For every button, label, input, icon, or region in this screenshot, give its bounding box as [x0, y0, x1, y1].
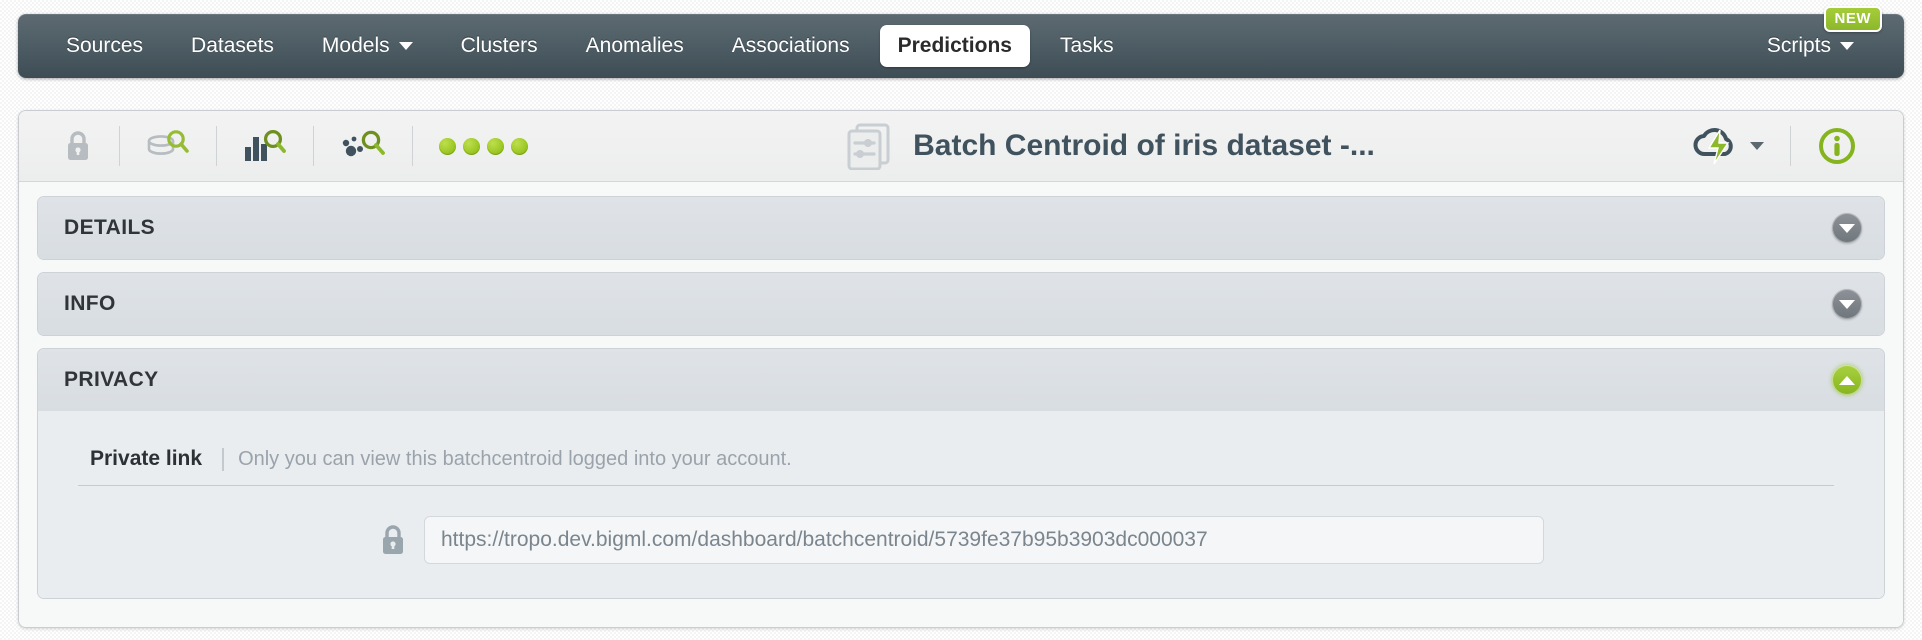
- status-dot: [487, 137, 504, 155]
- resource-toolbar: Batch Centroid of iris dataset -...: [19, 111, 1903, 182]
- navbar-left-group: Sources Datasets Models Clusters Anomali…: [42, 25, 1743, 67]
- private-link-url-input[interactable]: [424, 516, 1544, 564]
- cluster-search-icon: [340, 127, 386, 165]
- chevron-down-icon[interactable]: [1832, 213, 1862, 243]
- nav-item-label: Models: [321, 34, 390, 57]
- nav-item-label: Associations: [731, 34, 850, 57]
- new-badge: NEW: [1823, 6, 1882, 32]
- cluster-search-icon-button[interactable]: [314, 111, 412, 181]
- info-circle-icon: [1817, 126, 1857, 166]
- status-dots-group: [439, 137, 528, 155]
- model-search-icon: [243, 127, 287, 165]
- nav-item-associations[interactable]: Associations: [714, 25, 868, 67]
- triangle-down-glyph: [1839, 223, 1855, 233]
- section-info: INFO: [37, 272, 1885, 336]
- nav-item-anomalies[interactable]: Anomalies: [568, 25, 702, 67]
- nav-item-label: Scripts: [1766, 34, 1831, 57]
- chevron-down-icon: [1840, 42, 1854, 50]
- model-search-icon-button[interactable]: [217, 111, 313, 181]
- batch-centroid-icon: [845, 122, 897, 170]
- resource-title-group: Batch Centroid of iris dataset -...: [554, 122, 1666, 170]
- triangle-up-glyph: [1839, 375, 1855, 385]
- cloud-action-icon: [1692, 126, 1746, 166]
- accordion-area: DETAILS INFO PRIVACY Private link Only y…: [19, 182, 1903, 627]
- nav-item-tasks[interactable]: Tasks: [1042, 25, 1132, 67]
- lock-icon: [63, 129, 93, 163]
- nav-item-label: Clusters: [460, 34, 538, 57]
- private-link-row: Private link Only you can view this batc…: [78, 447, 1834, 486]
- top-navigation: Sources Datasets Models Clusters Anomali…: [18, 6, 1904, 78]
- private-link-description: Only you can view this batchcentroid log…: [222, 448, 792, 471]
- nav-item-label: Tasks: [1059, 34, 1114, 57]
- navbar: Sources Datasets Models Clusters Anomali…: [18, 14, 1904, 78]
- triangle-down-glyph: [1839, 299, 1855, 309]
- section-details: DETAILS: [37, 196, 1885, 260]
- lock-icon: [378, 523, 408, 557]
- nav-item-models[interactable]: Models: [304, 25, 431, 67]
- info-circle-icon-button[interactable]: [1791, 111, 1883, 181]
- status-dot: [511, 137, 528, 155]
- section-header-info[interactable]: INFO: [38, 273, 1884, 335]
- chevron-down-icon[interactable]: [1832, 289, 1862, 319]
- section-title: PRIVACY: [64, 368, 159, 391]
- nav-item-label: Datasets: [191, 34, 274, 57]
- nav-item-datasets[interactable]: Datasets: [173, 25, 292, 67]
- nav-item-predictions[interactable]: Predictions: [879, 25, 1030, 67]
- lock-icon-button[interactable]: [37, 111, 119, 181]
- status-dot: [439, 137, 456, 155]
- nav-item-label: Anomalies: [585, 34, 684, 57]
- dataset-search-icon-button[interactable]: [120, 111, 216, 181]
- section-title: DETAILS: [64, 216, 156, 239]
- chevron-down-icon: [1750, 142, 1764, 150]
- toolbar-right-group: [1666, 111, 1883, 181]
- section-privacy: PRIVACY Private link Only you can view t…: [37, 348, 1885, 599]
- chevron-up-icon[interactable]: [1832, 365, 1862, 395]
- private-link-label: Private link: [90, 447, 203, 470]
- nav-item-label: Predictions: [897, 34, 1012, 57]
- private-link-input-row: [78, 516, 1844, 564]
- resource-panel: Batch Centroid of iris dataset -... DETA…: [18, 110, 1904, 628]
- section-body-privacy: Private link Only you can view this batc…: [38, 411, 1884, 598]
- section-header-privacy[interactable]: PRIVACY: [38, 349, 1884, 411]
- chevron-down-icon: [398, 42, 413, 50]
- section-header-details[interactable]: DETAILS: [38, 197, 1884, 259]
- cloud-action-icon-button[interactable]: [1666, 111, 1790, 181]
- dataset-search-icon: [146, 128, 190, 164]
- status-dots: [413, 111, 554, 181]
- nav-item-clusters[interactable]: Clusters: [443, 25, 556, 67]
- section-title: INFO: [64, 292, 116, 315]
- page-title: Batch Centroid of iris dataset -...: [913, 129, 1375, 162]
- nav-item-sources[interactable]: Sources: [48, 25, 161, 67]
- status-dot: [463, 137, 480, 155]
- nav-item-label: Sources: [66, 34, 144, 57]
